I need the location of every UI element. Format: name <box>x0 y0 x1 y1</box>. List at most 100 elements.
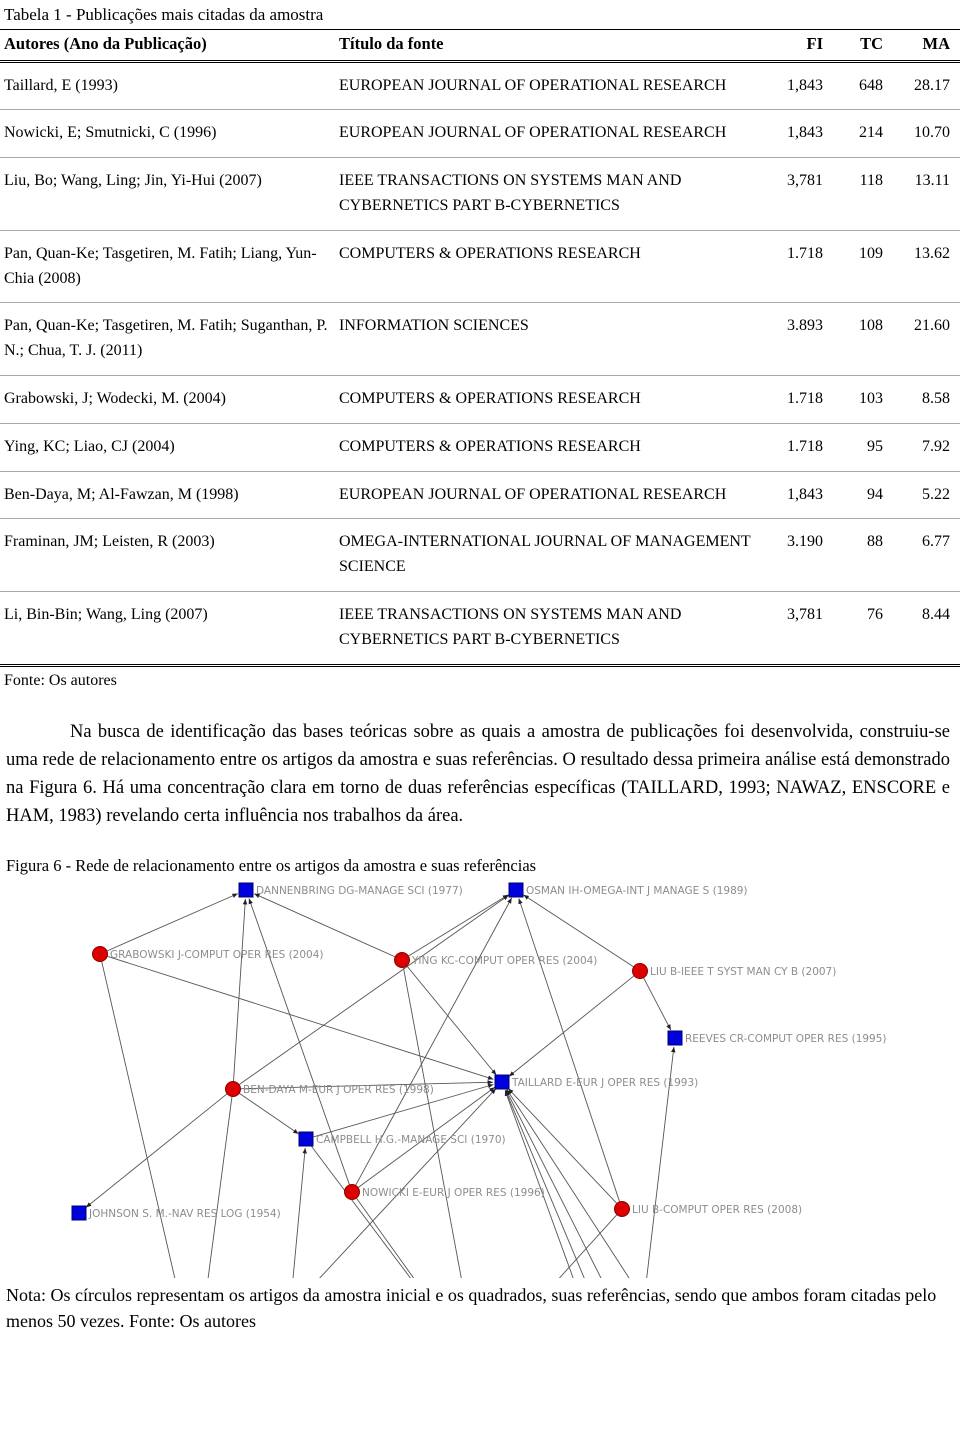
cell-authors: Nowicki, E; Smutnicki, C (1996) <box>0 109 335 159</box>
cell-authors: Li, Bin-Bin; Wang, Ling (2007) <box>4 606 208 624</box>
table-row: Pan, Quan-Ke; Tasgetiren, M. Fatih; Suga… <box>0 302 960 377</box>
cell-tc: 118 <box>833 157 893 231</box>
cell-tc: 214 <box>833 109 893 159</box>
cell-authors: Ying, KC; Liao, CJ (2004) <box>0 423 335 472</box>
network-node-sample[interactable] <box>92 946 108 963</box>
cell-source: EUROPEAN JOURNAL OF OPERATIONAL RESEARCH <box>335 61 760 111</box>
figure-note: Nota: Os círculos representam os artigos… <box>6 1285 937 1332</box>
network-node-label: REEVES CR-COMPUT OPER RES (1995) <box>685 1033 887 1045</box>
cell-ma: 6.77 <box>893 518 960 593</box>
network-edge <box>506 1089 630 1279</box>
network-edge <box>237 894 509 1086</box>
network-node-label: OSMAN IH-OMEGA-INT J MANAGE S (1989) <box>526 885 748 897</box>
cell-tc: 648 <box>833 61 893 111</box>
cell-authors: Taillard, E (1993) <box>0 61 335 111</box>
body-paragraph: Na busca de identificação das bases teór… <box>6 721 950 826</box>
cell-source: OMEGA-INTERNATIONAL JOURNAL OF MANAGEMEN… <box>335 518 760 593</box>
cell-ma: 13.62 <box>893 230 960 304</box>
cell-source: COMPUTERS & OPERATIONS RESEARCH <box>335 375 760 424</box>
network-node-reference[interactable] <box>298 1131 314 1147</box>
network-node-label: NOWICKI E-EUR J OPER RES (1996) <box>362 1187 545 1199</box>
cell-ma: 8.44 <box>922 606 950 624</box>
network-node-reference[interactable] <box>667 1030 683 1046</box>
network-edge <box>406 894 509 958</box>
cell-ma: 28.17 <box>893 61 960 111</box>
network-node-label: YING KC-COMPUT OPER RES (2004) <box>411 955 597 967</box>
network-edge <box>85 1092 229 1208</box>
network-node-reference[interactable] <box>71 1205 87 1221</box>
cell-ma: 8.58 <box>893 375 960 424</box>
network-node-label: DANNENBRING DG-MANAGE SCI (1977) <box>256 885 463 897</box>
network-edge <box>254 893 397 958</box>
header-source: Título da fonte <box>335 28 760 63</box>
network-edge <box>100 959 176 1279</box>
cell-ma: 13.11 <box>893 157 960 231</box>
network-edge <box>508 974 636 1077</box>
network-node-reference[interactable] <box>494 1074 510 1090</box>
cell-tc: 76 <box>867 606 883 624</box>
cell-source: COMPUTERS & OPERATIONS RESEARCH <box>335 230 760 304</box>
cell-authors: Liu, Bo; Wang, Ling; Jin, Yi-Hui (2007) <box>0 157 335 231</box>
cell-tc: 109 <box>833 230 893 304</box>
cell-tc: 108 <box>833 302 893 377</box>
network-node-sample[interactable] <box>632 963 648 980</box>
cell-ma: 7.92 <box>893 423 960 472</box>
table-row: Framinan, JM; Leisten, R (2003) OMEGA-INT… <box>0 518 960 593</box>
cell-tc: 103 <box>833 375 893 424</box>
table-row: Ying, KC; Liao, CJ (2004) COMPUTERS & OPE… <box>0 423 960 472</box>
network-node-label: CAMPBELL H.G.-MANAGE SCI (1970) <box>316 1134 506 1146</box>
cell-fi: 1,843 <box>760 109 833 159</box>
cell-authors: Grabowski, J; Wodecki, M. (2004) <box>0 375 335 424</box>
cell-source: INFORMATION SCIENCES <box>335 302 760 377</box>
cell-ma: 21.60 <box>893 302 960 377</box>
network-edge <box>505 1089 602 1279</box>
network-node-sample[interactable] <box>225 1081 241 1098</box>
network-node-label: LIU B-COMPUT OPER RES (2008) <box>632 1204 802 1216</box>
table-row: Grabowski, J; Wodecki, M. (2004) COMPUTER… <box>0 375 960 424</box>
cell-fi: 3,781 <box>760 157 833 231</box>
cell-source: IEEE TRANSACTIONS ON SYSTEMS MAN AND CYB… <box>335 157 760 231</box>
table-row: Ben-Daya, M; Al-Fawzan, M (1998) EUROPEAN… <box>0 471 960 520</box>
cell-tc: 95 <box>833 423 893 472</box>
network-edge <box>319 1088 497 1279</box>
network-edge <box>292 1148 307 1279</box>
network-node-label: JOHNSON S. M.-NAV RES LOG (1954) <box>88 1208 281 1220</box>
cell-fi: 3.893 <box>760 302 833 377</box>
cell-source: EUROPEAN JOURNAL OF OPERATIONAL RESEARCH <box>335 109 760 159</box>
network-edge <box>232 899 248 1084</box>
network-edge <box>105 893 238 953</box>
cell-authors: Ben-Daya, M; Al-Fawzan, M (1998) <box>0 471 335 520</box>
network-node-sample[interactable] <box>344 1184 360 1201</box>
table-row: Pan, Quan-Ke; Tasgetiren, M. Fatih; Lian… <box>0 230 960 304</box>
cell-fi: 1.718 <box>760 230 833 304</box>
table-caption: Tabela 1 - Publicações mais citadas da a… <box>4 5 324 24</box>
header-tc: TC <box>833 28 893 63</box>
cell-fi: 3.190 <box>760 518 833 593</box>
network-figure: DANNENBRING DG-MANAGE SCI (1977) OSMAN IH… <box>0 878 960 1279</box>
network-node-reference[interactable] <box>508 882 524 898</box>
network-node-sample[interactable] <box>614 1201 630 1218</box>
network-diagram-svg: DANNENBRING DG-MANAGE SCI (1977) OSMAN IH… <box>71 882 887 1279</box>
network-edge <box>355 1196 415 1279</box>
network-edge <box>405 964 497 1076</box>
cell-source: IEEE TRANSACTIONS ON SYSTEMS MAN AND CYB… <box>339 606 682 648</box>
header-fi: FI <box>760 28 833 63</box>
cell-authors: Framinan, JM; Leisten, R (2003) <box>0 518 335 593</box>
network-node-sample[interactable] <box>394 952 410 969</box>
cell-tc: 94 <box>833 471 893 520</box>
table-header-row: Autores (Ano da Publicação) Título da fo… <box>0 28 960 63</box>
cell-fi: 1,843 <box>760 61 833 111</box>
cell-ma: 5.22 <box>893 471 960 520</box>
network-node-reference[interactable] <box>238 882 254 898</box>
cell-fi: 3,781 <box>787 606 823 624</box>
cell-source: EUROPEAN JOURNAL OF OPERATIONAL RESEARCH <box>335 471 760 520</box>
table-source-note: Fonte: Os autores <box>4 671 117 689</box>
network-edge <box>207 1094 233 1279</box>
cell-fi: 1.718 <box>760 423 833 472</box>
network-labels: DANNENBRING DG-MANAGE SCI (1977) OSMAN IH… <box>88 885 887 1220</box>
cell-authors: Pan, Quan-Ke; Tasgetiren, M. Fatih; Lian… <box>0 230 335 304</box>
network-edge <box>237 1092 299 1135</box>
cell-fi: 1,843 <box>760 471 833 520</box>
network-node-label: GRABOWSKI J-COMPUT OPER RES (2004) <box>110 949 324 961</box>
header-authors: Autores (Ano da Publicação) <box>0 28 335 63</box>
